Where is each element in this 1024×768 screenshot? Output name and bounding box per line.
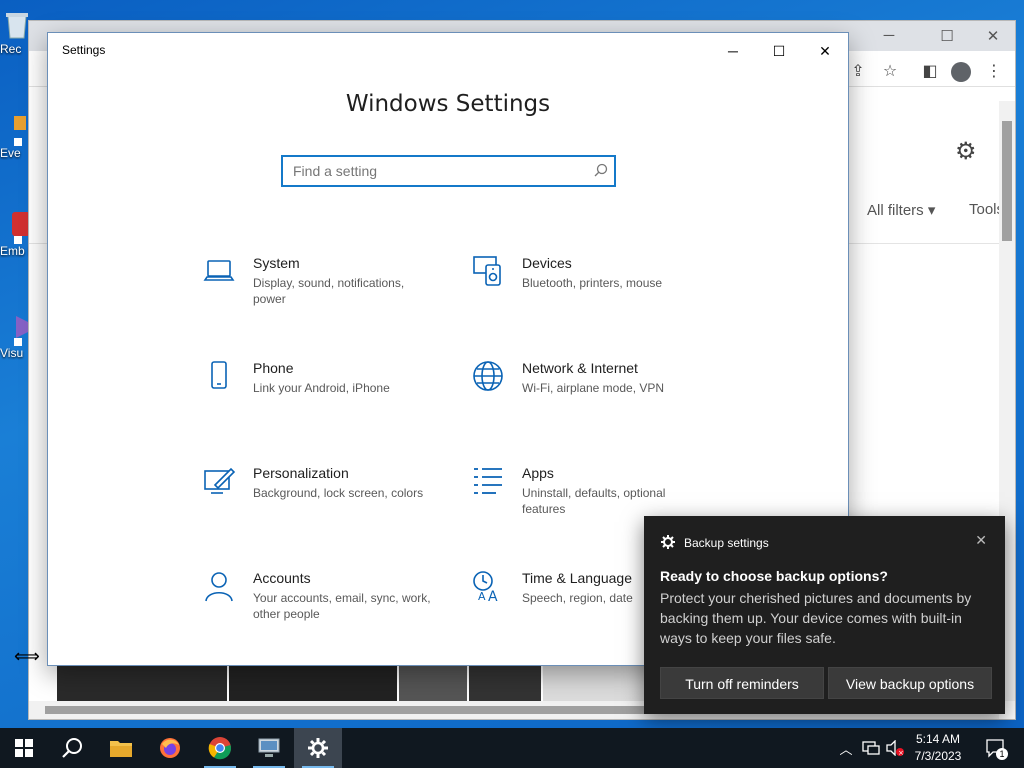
search-button[interactable] bbox=[48, 728, 96, 768]
image-thumbnail[interactable] bbox=[57, 665, 227, 701]
folder-icon bbox=[110, 741, 132, 757]
firefox-icon bbox=[160, 738, 180, 758]
browser-close-button[interactable]: ✕ bbox=[983, 27, 1003, 45]
share-icon[interactable]: ⇪ bbox=[847, 61, 869, 83]
visual-studio-icon bbox=[14, 316, 28, 346]
windows-logo-icon bbox=[15, 739, 33, 757]
search-icon bbox=[62, 738, 82, 758]
scrollbar-thumb[interactable] bbox=[45, 706, 645, 714]
page-title: Windows Settings bbox=[345, 91, 551, 117]
browser-maximize-button[interactable]: ☐ bbox=[937, 27, 957, 45]
chrome-button[interactable] bbox=[196, 728, 244, 768]
laptop-icon bbox=[203, 260, 235, 281]
volume-muted-icon[interactable]: × bbox=[884, 728, 906, 768]
svg-text:×: × bbox=[898, 749, 904, 756]
time-language-icon: AA bbox=[473, 571, 498, 604]
settings-category-phone[interactable]: Phone Link your Android, iPhone bbox=[203, 360, 443, 410]
category-description: Wi-Fi, airplane mode, VPN bbox=[522, 381, 665, 395]
view-backup-options-button[interactable]: View backup options bbox=[828, 667, 992, 699]
category-name: Personalization bbox=[253, 465, 349, 481]
image-results-strip bbox=[57, 665, 677, 701]
settings-category-devices[interactable]: Devices Bluetooth, printers, mouse bbox=[472, 255, 712, 315]
phone-icon bbox=[211, 361, 227, 389]
shortcut-icon bbox=[14, 116, 26, 146]
settings-category-accounts[interactable]: Accounts Your accounts, email, sync, wor… bbox=[203, 570, 443, 630]
menu-dots-icon[interactable]: ⋮ bbox=[983, 61, 1005, 83]
category-description: Uninstall, defaults, optional features bbox=[522, 486, 666, 516]
search-icon bbox=[594, 163, 608, 177]
gear-icon[interactable]: ⚙ bbox=[955, 137, 977, 166]
window-title: Settings bbox=[62, 43, 106, 57]
category-description: Display, sound, notifications, power bbox=[253, 276, 405, 306]
remote-desktop-button[interactable] bbox=[245, 728, 293, 768]
profile-avatar-icon[interactable] bbox=[951, 62, 971, 82]
clock[interactable]: 5:14 AM 7/3/2023 bbox=[908, 731, 968, 765]
toast-body: Protect your cherished pictures and docu… bbox=[660, 590, 972, 646]
settings-category-system[interactable]: System Display, sound, notifications, po… bbox=[203, 255, 443, 315]
scrollbar-thumb[interactable] bbox=[1002, 121, 1012, 241]
category-description: Background, lock screen, colors bbox=[253, 486, 424, 500]
category-name: Accounts bbox=[253, 570, 311, 586]
toast-app-name: Backup settings bbox=[684, 536, 769, 550]
svg-text:A: A bbox=[488, 589, 498, 604]
globe-icon bbox=[473, 361, 503, 391]
notification-count-badge: 1 bbox=[996, 748, 1008, 760]
recycle-bin-icon bbox=[6, 13, 28, 39]
backup-toast-notification: Backup settings ✕ Ready to choose backup… bbox=[644, 516, 1005, 714]
close-button[interactable]: ✕ bbox=[802, 37, 848, 65]
maximize-button[interactable]: ☐ bbox=[756, 37, 802, 65]
network-monitor-icon bbox=[862, 741, 880, 755]
turn-off-reminders-button[interactable]: Turn off reminders bbox=[660, 667, 824, 699]
image-thumbnail[interactable] bbox=[399, 665, 467, 701]
category-name: System bbox=[253, 255, 300, 271]
apps-list-icon bbox=[474, 468, 502, 494]
minimize-button[interactable]: ─ bbox=[710, 37, 756, 65]
file-explorer-button[interactable] bbox=[97, 728, 145, 768]
image-thumbnail[interactable] bbox=[229, 665, 397, 701]
speaker-muted-icon: × bbox=[886, 740, 904, 756]
settings-category-personalization[interactable]: Personalization Background, lock screen,… bbox=[203, 465, 443, 515]
computer-icon bbox=[258, 738, 280, 757]
settings-taskbar-button[interactable] bbox=[294, 728, 342, 768]
devices-icon bbox=[473, 256, 501, 286]
network-icon[interactable] bbox=[860, 728, 882, 768]
category-name: Network & Internet bbox=[522, 360, 638, 376]
paint-icon bbox=[204, 467, 236, 494]
browser-minimize-button[interactable]: ─ bbox=[879, 27, 899, 44]
search-input[interactable] bbox=[283, 157, 573, 185]
chrome-icon bbox=[208, 737, 232, 760]
category-description: Link your Android, iPhone bbox=[253, 381, 390, 395]
search-box[interactable] bbox=[281, 155, 616, 187]
taskbar: ︿ × 5:14 AM 7/3/2023 1 bbox=[0, 728, 1024, 768]
person-icon bbox=[205, 572, 233, 602]
clock-time: 5:14 AM bbox=[915, 732, 961, 746]
category-name: Time & Language bbox=[522, 570, 632, 586]
category-name: Apps bbox=[522, 465, 554, 481]
category-name: Devices bbox=[522, 255, 572, 271]
action-center-button[interactable]: 1 bbox=[980, 728, 1010, 768]
settings-category-network[interactable]: Network & Internet Wi-Fi, airplane mode,… bbox=[472, 360, 712, 410]
resize-cursor-icon: ⟺ bbox=[14, 646, 40, 666]
clock-date: 7/3/2023 bbox=[914, 749, 962, 763]
image-thumbnail[interactable] bbox=[543, 665, 649, 701]
firefox-button[interactable] bbox=[146, 728, 194, 768]
side-panel-icon[interactable]: ◧ bbox=[919, 61, 941, 83]
close-icon[interactable]: ✕ bbox=[975, 532, 987, 549]
toast-heading: Ready to choose backup options? bbox=[660, 568, 888, 584]
category-name: Phone bbox=[253, 360, 294, 376]
bookmark-star-icon[interactable]: ☆ bbox=[879, 61, 901, 83]
start-button[interactable] bbox=[0, 728, 48, 768]
app-red-icon bbox=[12, 212, 30, 244]
svg-text:A: A bbox=[478, 590, 486, 603]
gear-icon bbox=[308, 738, 328, 758]
category-description: Bluetooth, printers, mouse bbox=[522, 276, 663, 290]
all-filters-button[interactable]: All filters ▾ bbox=[867, 201, 935, 219]
category-description: Your accounts, email, sync, work, other … bbox=[253, 591, 431, 621]
chevron-up-icon[interactable]: ︿ bbox=[836, 728, 856, 768]
image-thumbnail[interactable] bbox=[469, 665, 541, 701]
gear-icon bbox=[661, 535, 675, 549]
